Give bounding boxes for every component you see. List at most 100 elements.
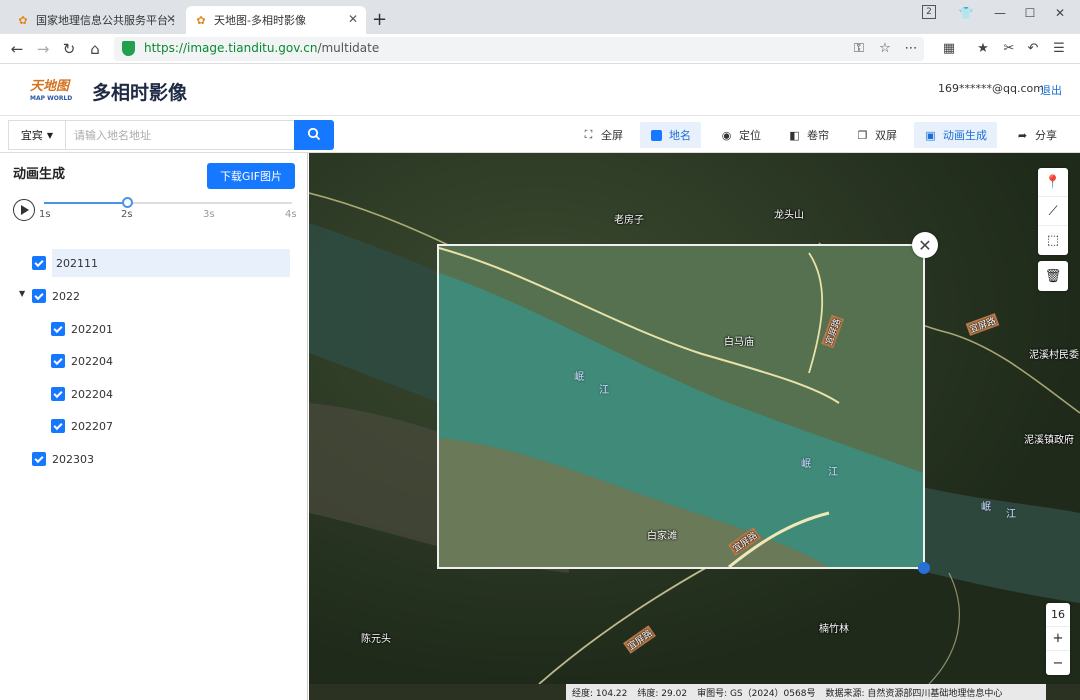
locate-icon: ◉ xyxy=(721,128,732,142)
close-tab-icon[interactable]: ✕ xyxy=(166,12,176,26)
slider-tick: 4s xyxy=(285,209,297,220)
address-bar-row: ← → ↻ ⌂ https://image.tianditu.gov.cn/mu… xyxy=(0,34,1080,64)
map-place-label: 龙头山 xyxy=(774,210,804,221)
tree-item-202204[interactable]: 202204 xyxy=(51,347,113,375)
close-selection-icon[interactable]: ✕ xyxy=(912,232,938,258)
home-icon[interactable]: ⌂ xyxy=(86,40,104,58)
tree-item-2022[interactable]: 2022 xyxy=(32,282,80,310)
tree-item-202207[interactable]: 202207 xyxy=(51,412,113,440)
tool-dual-screen[interactable]: ❐ 双屏 xyxy=(846,122,907,148)
tool-locate[interactable]: ◉ 定位 xyxy=(710,122,771,148)
tianditu-favicon-icon: ✿ xyxy=(18,13,28,27)
apps-grid-icon[interactable]: ▦ xyxy=(940,41,958,56)
checkbox-checked-icon[interactable] xyxy=(32,256,46,270)
tab-count-badge[interactable]: 2 xyxy=(922,5,936,19)
tab-title: 天地图-多相时影像 xyxy=(214,14,306,27)
river-label: 江 xyxy=(1006,509,1016,520)
tool-label: 卷帘 xyxy=(807,129,829,142)
browser-tab-bar: ✿ 国家地理信息公共服务平台 天 ✕ ✿ 天地图-多相时影像 ✕ + 2 👕 —… xyxy=(0,0,1080,34)
scissors-icon[interactable]: ✂ xyxy=(1000,41,1018,56)
close-window-icon[interactable]: ✕ xyxy=(1050,6,1070,20)
tool-label: 分享 xyxy=(1035,129,1057,142)
zoom-control: 16 + − xyxy=(1046,603,1070,675)
polygon-icon[interactable]: ⬚ xyxy=(1038,226,1068,255)
undo-icon[interactable]: ↶ xyxy=(1024,41,1042,56)
minimize-icon[interactable]: — xyxy=(990,6,1010,20)
secure-shield-icon xyxy=(122,41,135,56)
tianditu-logo[interactable]: 天地图 MAP WORLD xyxy=(30,75,76,105)
new-tab-icon[interactable]: + xyxy=(372,9,387,30)
latitude-readout: 纬度: 29.02 xyxy=(637,688,688,699)
speed-slider[interactable] xyxy=(44,197,292,208)
trash-icon[interactable]: 🗑 xyxy=(1038,261,1068,291)
search-toolbar: 宜宾 ▼ ⛶ 全屏 地名 ◉ 定位 ◧ 卷帘 ❐ 双屏 ▣ 动画生成 ➦ 分享 xyxy=(0,116,1080,153)
search-button[interactable] xyxy=(294,120,334,150)
checkbox-checked-icon[interactable] xyxy=(51,354,65,368)
page-title: 多相时影像 xyxy=(92,82,188,104)
share-icon: ➦ xyxy=(1017,128,1028,142)
shirt-icon[interactable]: 👕 xyxy=(956,6,976,20)
tree-item-202303[interactable]: 202303 xyxy=(32,445,94,473)
zoom-in-icon[interactable]: + xyxy=(1046,627,1070,651)
search-icon xyxy=(307,127,321,140)
more-icon[interactable]: ⋯ xyxy=(902,41,920,56)
tree-item-label: 202201 xyxy=(71,322,113,336)
search-input[interactable] xyxy=(65,120,295,150)
tree-item-202111[interactable]: 202111 xyxy=(32,249,290,277)
selection-rectangle[interactable] xyxy=(437,244,925,569)
zoom-out-icon[interactable]: − xyxy=(1046,651,1070,675)
download-gif-button[interactable]: 下载GIF图片 xyxy=(207,163,295,189)
tree-item-label: 202204 xyxy=(71,354,113,368)
checkbox-checked-icon[interactable] xyxy=(51,322,65,336)
map-view[interactable]: ✕ 老房子 龙头山 白马庙 泥溪村民委 泥溪镇政府 白家滩 陈元头 楠竹林 岷 … xyxy=(309,153,1080,684)
tool-label: 动画生成 xyxy=(943,129,987,142)
tree-item-label: 202303 xyxy=(52,452,94,466)
forward-icon[interactable]: → xyxy=(34,40,52,58)
polyline-icon[interactable]: ⟋ xyxy=(1038,197,1068,226)
maximize-icon[interactable]: ☐ xyxy=(1020,6,1040,20)
chevron-down-icon: ▼ xyxy=(46,130,54,140)
key-icon[interactable]: ⚿ xyxy=(850,41,868,56)
checkbox-checked-icon[interactable] xyxy=(51,419,65,433)
map-place-label: 楠竹林 xyxy=(819,624,849,635)
url-path: /multidate xyxy=(317,41,380,55)
close-tab-icon[interactable]: ✕ xyxy=(348,12,358,26)
star-icon[interactable]: ☆ xyxy=(876,41,894,56)
caret-down-icon[interactable]: ▼ xyxy=(19,289,25,298)
tree-item-label: 202111 xyxy=(52,249,290,277)
slider-fill xyxy=(44,202,127,204)
tree-item-202204-b[interactable]: 202204 xyxy=(51,380,113,408)
tool-placenames[interactable]: 地名 xyxy=(640,122,701,148)
checkbox-checked-icon[interactable] xyxy=(51,387,65,401)
tree-item-label: 2022 xyxy=(52,289,80,303)
browser-tab-2[interactable]: ✿ 天地图-多相时影像 ✕ xyxy=(186,6,366,34)
map-place-label: 白家滩 xyxy=(647,531,677,542)
favorites-icon[interactable]: ★ xyxy=(974,41,992,56)
play-icon[interactable] xyxy=(13,199,35,221)
tree-item-label: 202204 xyxy=(71,387,113,401)
logout-link[interactable]: 退出 xyxy=(1040,82,1062,98)
tool-animation[interactable]: ▣ 动画生成 xyxy=(914,122,997,148)
resize-handle[interactable] xyxy=(918,562,930,574)
tree-item-202201[interactable]: 202201 xyxy=(51,315,113,343)
marker-icon[interactable]: 📍 xyxy=(1038,168,1068,197)
tool-share[interactable]: ➦ 分享 xyxy=(1006,122,1067,148)
river-label: 江 xyxy=(599,385,609,396)
map-place-label: 陈元头 xyxy=(361,634,391,645)
menu-icon[interactable]: ☰ xyxy=(1050,41,1068,56)
back-icon[interactable]: ← xyxy=(8,40,26,58)
checkbox-checked-icon[interactable] xyxy=(32,289,46,303)
map-place-label: 泥溪镇政府 xyxy=(1024,435,1074,446)
tool-fullscreen[interactable]: ⛶ 全屏 xyxy=(572,122,633,148)
url-text: https://image.tianditu.gov.cn/multidate xyxy=(144,41,379,55)
browser-tab-1[interactable]: ✿ 国家地理信息公共服务平台 天 ✕ xyxy=(8,6,184,34)
reload-icon[interactable]: ↻ xyxy=(60,40,78,58)
slider-handle[interactable] xyxy=(121,197,133,208)
checkbox-checked-icon[interactable] xyxy=(32,452,46,466)
tool-swipe[interactable]: ◧ 卷帘 xyxy=(778,122,839,148)
city-select[interactable]: 宜宾 ▼ xyxy=(8,120,65,150)
river-label: 岷 xyxy=(574,372,584,383)
river-label: 岷 xyxy=(981,502,991,513)
url-field[interactable]: https://image.tianditu.gov.cn/multidate xyxy=(114,37,924,61)
url-host: https://image.tianditu.gov.cn xyxy=(144,41,318,55)
